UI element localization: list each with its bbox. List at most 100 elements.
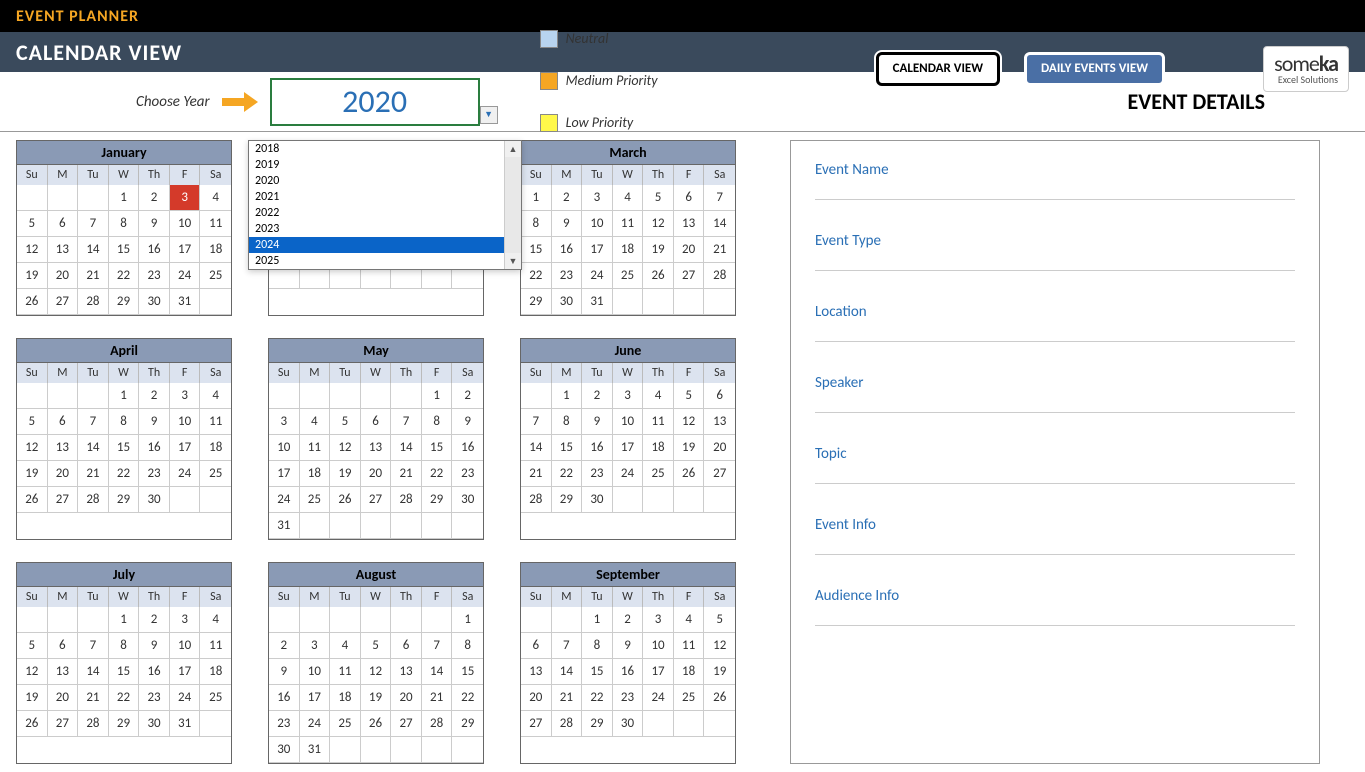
day-cell[interactable]: 17: [643, 659, 674, 685]
day-cell[interactable]: 1: [109, 607, 140, 633]
day-cell[interactable]: 5: [17, 633, 48, 659]
day-cell[interactable]: 19: [330, 461, 361, 487]
day-cell[interactable]: 20: [391, 685, 422, 711]
day-cell[interactable]: 28: [78, 289, 109, 315]
day-cell[interactable]: 7: [422, 633, 453, 659]
day-cell[interactable]: 30: [139, 289, 170, 315]
day-cell[interactable]: 20: [704, 435, 735, 461]
day-cell[interactable]: 16: [139, 435, 170, 461]
day-cell[interactable]: 20: [361, 461, 392, 487]
day-cell[interactable]: 11: [674, 633, 705, 659]
day-cell[interactable]: 4: [200, 607, 231, 633]
day-cell[interactable]: 18: [200, 435, 231, 461]
day-cell[interactable]: 30: [139, 487, 170, 513]
day-cell[interactable]: 15: [109, 237, 140, 263]
day-cell[interactable]: 6: [704, 383, 735, 409]
day-cell[interactable]: 11: [613, 211, 644, 237]
day-cell[interactable]: 17: [170, 237, 201, 263]
day-cell[interactable]: 12: [643, 211, 674, 237]
day-cell[interactable]: 9: [139, 211, 170, 237]
day-cell[interactable]: 1: [552, 383, 583, 409]
day-cell[interactable]: 21: [78, 685, 109, 711]
day-cell[interactable]: 23: [139, 263, 170, 289]
day-cell[interactable]: 29: [109, 711, 140, 737]
day-cell[interactable]: 6: [361, 409, 392, 435]
detail-field-location[interactable]: Location: [815, 303, 1295, 342]
day-cell[interactable]: 22: [109, 461, 140, 487]
day-cell[interactable]: 14: [78, 435, 109, 461]
day-cell[interactable]: 19: [643, 237, 674, 263]
day-cell[interactable]: 15: [422, 435, 453, 461]
day-cell[interactable]: 18: [643, 435, 674, 461]
day-cell[interactable]: 22: [521, 263, 552, 289]
day-cell[interactable]: 14: [391, 435, 422, 461]
day-cell[interactable]: 24: [643, 685, 674, 711]
day-cell[interactable]: 21: [422, 685, 453, 711]
day-cell[interactable]: 23: [269, 711, 300, 737]
day-cell[interactable]: 22: [552, 461, 583, 487]
day-cell[interactable]: 1: [452, 607, 483, 633]
day-cell[interactable]: 2: [269, 633, 300, 659]
day-cell[interactable]: 9: [613, 633, 644, 659]
day-cell[interactable]: 7: [704, 185, 735, 211]
day-cell[interactable]: 4: [674, 607, 705, 633]
day-cell[interactable]: 23: [139, 685, 170, 711]
day-cell[interactable]: 24: [300, 711, 331, 737]
day-cell[interactable]: 5: [704, 607, 735, 633]
day-cell[interactable]: 13: [674, 211, 705, 237]
day-cell[interactable]: 1: [422, 383, 453, 409]
day-cell[interactable]: 28: [391, 487, 422, 513]
day-cell[interactable]: 5: [17, 409, 48, 435]
day-cell[interactable]: 30: [452, 487, 483, 513]
day-cell[interactable]: 25: [200, 461, 231, 487]
day-cell[interactable]: 30: [552, 289, 583, 315]
day-cell[interactable]: 10: [643, 633, 674, 659]
day-cell[interactable]: 2: [452, 383, 483, 409]
day-cell[interactable]: 26: [674, 461, 705, 487]
day-cell[interactable]: 2: [139, 383, 170, 409]
day-cell[interactable]: 29: [582, 711, 613, 737]
day-cell[interactable]: 12: [361, 659, 392, 685]
day-cell[interactable]: 29: [452, 711, 483, 737]
day-cell[interactable]: 10: [613, 409, 644, 435]
day-cell[interactable]: 28: [521, 487, 552, 513]
day-cell[interactable]: 7: [78, 409, 109, 435]
day-cell[interactable]: 10: [170, 633, 201, 659]
day-cell[interactable]: 31: [170, 289, 201, 315]
year-option-2018[interactable]: 2018: [249, 141, 504, 157]
day-cell[interactable]: 25: [200, 263, 231, 289]
day-cell[interactable]: 15: [521, 237, 552, 263]
day-cell[interactable]: 2: [582, 383, 613, 409]
day-cell[interactable]: 25: [674, 685, 705, 711]
day-cell[interactable]: 16: [139, 659, 170, 685]
detail-field-speaker[interactable]: Speaker: [815, 374, 1295, 413]
day-cell[interactable]: 25: [200, 685, 231, 711]
day-cell[interactable]: 7: [521, 409, 552, 435]
day-cell[interactable]: 6: [674, 185, 705, 211]
day-cell[interactable]: 19: [674, 435, 705, 461]
day-cell[interactable]: 4: [300, 409, 331, 435]
scroll-track[interactable]: [505, 157, 521, 253]
day-cell[interactable]: 29: [552, 487, 583, 513]
day-cell[interactable]: 28: [78, 487, 109, 513]
day-cell[interactable]: 12: [704, 633, 735, 659]
day-cell[interactable]: 19: [361, 685, 392, 711]
day-cell[interactable]: 13: [704, 409, 735, 435]
day-cell[interactable]: 4: [613, 185, 644, 211]
day-cell[interactable]: 27: [521, 711, 552, 737]
day-cell[interactable]: 24: [613, 461, 644, 487]
day-cell[interactable]: 13: [391, 659, 422, 685]
day-cell[interactable]: 9: [139, 633, 170, 659]
day-cell[interactable]: 11: [200, 633, 231, 659]
year-option-2024[interactable]: 2024: [249, 237, 504, 253]
day-cell[interactable]: 16: [552, 237, 583, 263]
day-cell[interactable]: 24: [170, 461, 201, 487]
day-cell[interactable]: 30: [582, 487, 613, 513]
day-cell[interactable]: 12: [674, 409, 705, 435]
scroll-up-icon[interactable]: ▲: [505, 141, 521, 157]
detail-field-event-info[interactable]: Event Info: [815, 516, 1295, 555]
day-cell[interactable]: 20: [674, 237, 705, 263]
day-cell[interactable]: 24: [269, 487, 300, 513]
day-cell[interactable]: 23: [613, 685, 644, 711]
day-cell[interactable]: 26: [17, 289, 48, 315]
